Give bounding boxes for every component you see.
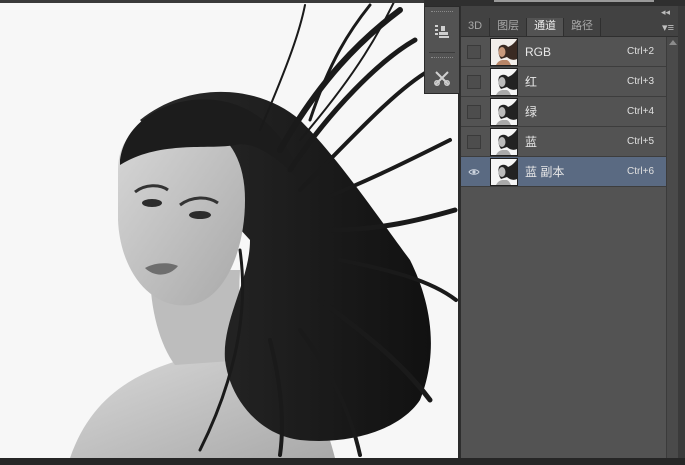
channel-thumbnail — [490, 127, 518, 156]
channels-panel: ◂◂ 3D 图层 通道 路径 ▾≡ RGB Ctrl+2 红 Ctrl+3 绿 Ctrl+… — [460, 6, 678, 458]
tool-presets-icon[interactable] — [428, 64, 456, 92]
channel-name: 蓝 — [525, 135, 538, 149]
channel-shortcut: Ctrl+4 — [627, 106, 654, 117]
status-strip — [0, 458, 685, 465]
visibility-toggle[interactable] — [467, 104, 481, 119]
scroll-up-icon[interactable] — [668, 40, 677, 45]
tab-3d[interactable]: 3D — [461, 18, 491, 36]
double-chevron-icon[interactable]: ◂◂ — [661, 7, 670, 18]
visibility-toggle[interactable] — [467, 134, 481, 149]
panel-dock-edge — [678, 6, 685, 458]
stamp-source-icon[interactable] — [428, 18, 456, 46]
visibility-toggle[interactable] — [467, 44, 481, 59]
portrait-photo — [70, 0, 458, 458]
strip-grip-2[interactable] — [431, 57, 453, 61]
canvas-top-border — [0, 0, 458, 3]
panel-scrollbar[interactable] — [666, 37, 678, 458]
tab-layers[interactable]: 图层 — [490, 18, 528, 36]
channel-shortcut: Ctrl+6 — [627, 166, 654, 177]
channel-shortcut: Ctrl+5 — [627, 136, 654, 147]
channel-name: RGB — [525, 44, 552, 59]
strip-grip[interactable] — [431, 11, 453, 15]
channel-name: 红 — [525, 75, 538, 89]
channel-thumbnail — [490, 97, 518, 126]
channel-thumbnail — [490, 37, 518, 66]
panel-header-bar: ◂◂ — [461, 6, 678, 18]
channel-row[interactable]: RGB Ctrl+2 — [461, 37, 666, 67]
channel-list: RGB Ctrl+2 红 Ctrl+3 绿 Ctrl+4 蓝 Ctrl+5 蓝 副本 Ctrl+6 — [461, 37, 678, 187]
channel-thumbnail — [490, 157, 518, 186]
panel-menu-icon[interactable]: ▾≡ — [662, 21, 674, 34]
visibility-toggle[interactable] — [467, 74, 481, 89]
channel-row[interactable]: 红 Ctrl+3 — [461, 67, 666, 97]
channel-name: 蓝 副本 — [525, 165, 565, 179]
channel-shortcut: Ctrl+3 — [627, 76, 654, 87]
channel-thumbnail — [490, 67, 518, 96]
channel-row[interactable]: 绿 Ctrl+4 — [461, 97, 666, 127]
collapsed-panel-strip — [424, 6, 460, 94]
tab-paths[interactable]: 路径 — [564, 18, 602, 36]
channel-row[interactable]: 蓝 副本 Ctrl+6 — [461, 157, 666, 187]
tab-channels[interactable]: 通道 — [527, 18, 565, 36]
channel-name: 绿 — [525, 105, 538, 119]
eye-visibility-icon[interactable] — [467, 165, 481, 179]
document-canvas[interactable] — [0, 0, 458, 458]
panel-tabs: 3D 图层 通道 路径 ▾≡ — [461, 18, 678, 37]
channel-shortcut: Ctrl+2 — [627, 46, 654, 57]
channel-row[interactable]: 蓝 Ctrl+5 — [461, 127, 666, 157]
